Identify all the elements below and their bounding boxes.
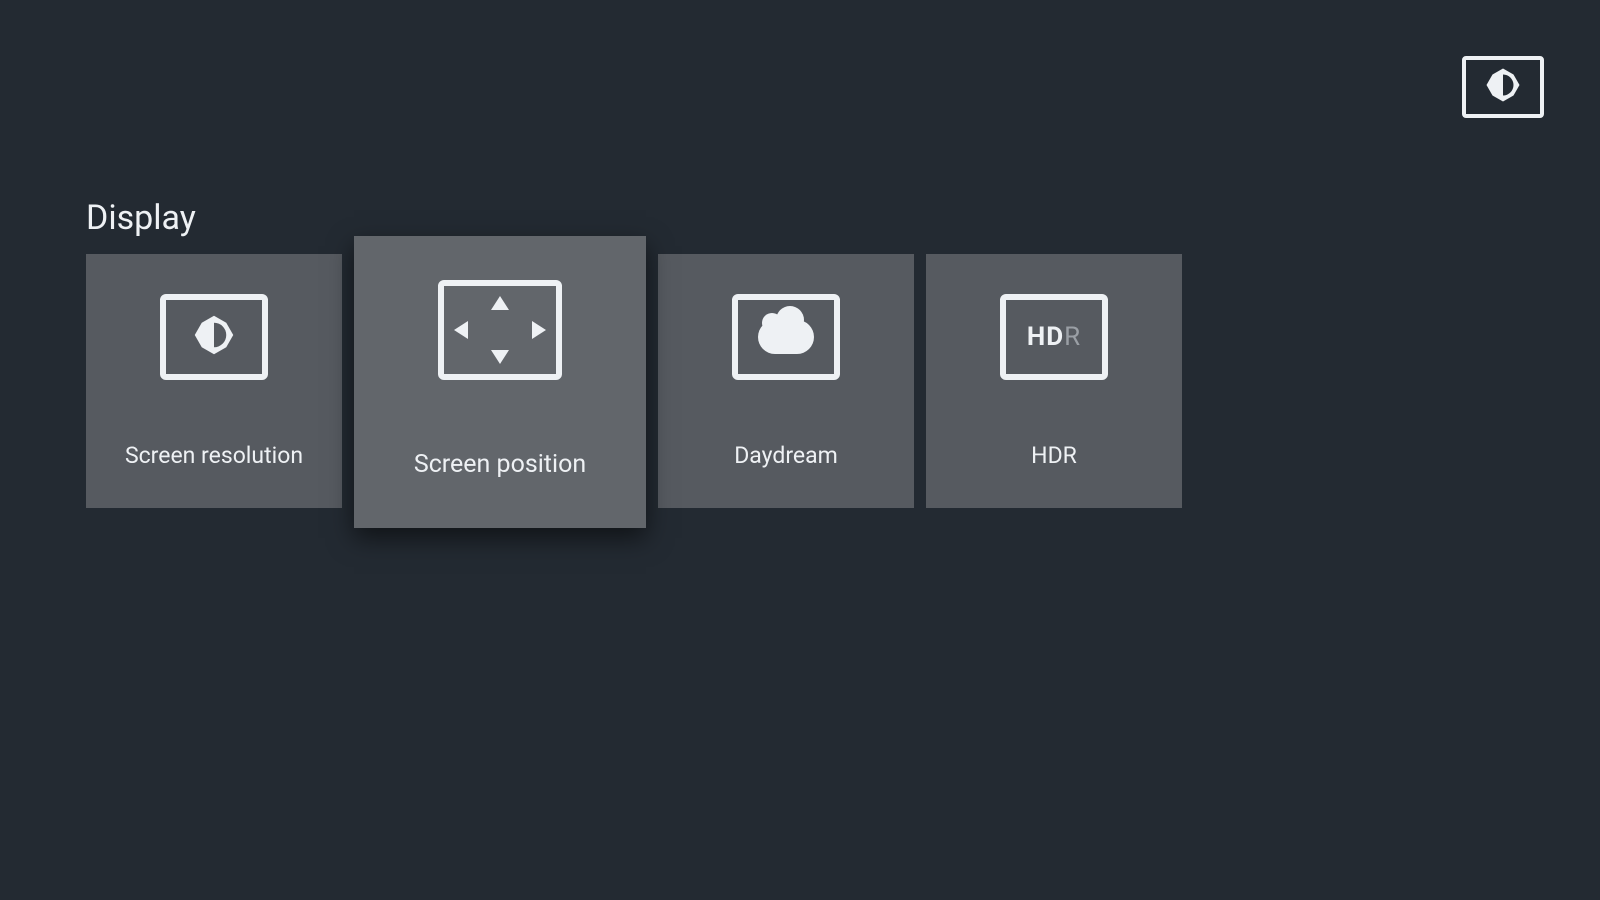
tile-label: Daydream — [734, 442, 838, 469]
hdr-faded: R — [1064, 322, 1081, 352]
arrow-up-icon — [491, 296, 509, 310]
tile-screen-resolution[interactable]: Screen resolution — [86, 254, 342, 508]
screen-frame-icon — [160, 294, 268, 380]
position-arrows-icon — [444, 286, 556, 374]
hdr-icon: HDR — [1027, 322, 1081, 352]
screen-frame-icon — [438, 280, 562, 380]
tile-label: Screen resolution — [125, 442, 303, 469]
brightness-icon — [193, 314, 235, 360]
tile-label: HDR — [1031, 442, 1077, 469]
tile-screen-position[interactable]: Screen position — [354, 236, 646, 528]
tile-label: Screen position — [414, 450, 586, 479]
hdr-bold: HD — [1027, 322, 1064, 352]
section-title: Display — [86, 198, 196, 238]
arrow-right-icon — [532, 321, 546, 339]
header-display-icon — [1462, 56, 1544, 118]
arrow-left-icon — [454, 321, 468, 339]
arrow-down-icon — [491, 350, 509, 364]
screen-frame-icon: HDR — [1000, 294, 1108, 380]
cloud-icon — [758, 320, 814, 354]
display-tiles-row: Screen resolution Screen position Daydre… — [86, 254, 1182, 528]
screen-frame-icon — [732, 294, 840, 380]
brightness-icon — [1485, 67, 1521, 107]
tile-daydream[interactable]: Daydream — [658, 254, 914, 508]
tile-hdr[interactable]: HDR HDR — [926, 254, 1182, 508]
